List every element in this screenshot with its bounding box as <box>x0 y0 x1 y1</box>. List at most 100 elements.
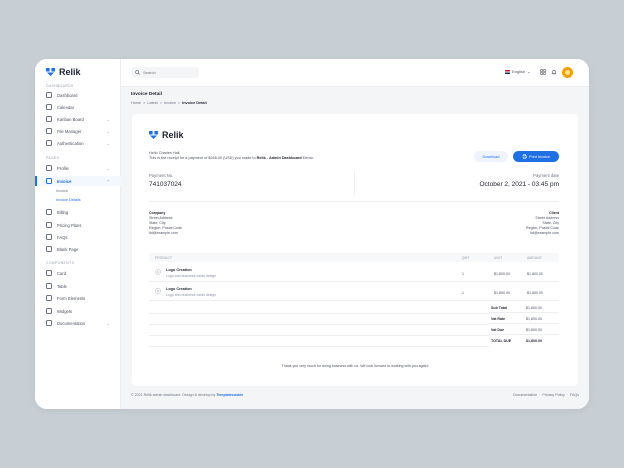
summary-label: TOTAL DUE <box>491 339 512 343</box>
topbar: English ⌄ <box>121 59 589 87</box>
sidebar: Relik DASHBOARDS Dashboard Calendar Kanb… <box>35 59 121 409</box>
sidebar-item-card[interactable]: Card <box>35 268 121 278</box>
divider <box>354 171 355 195</box>
sidebar-item-calendar[interactable]: Calendar <box>35 102 121 112</box>
sidebar-item-documentation[interactable]: Documentation ⌄ <box>35 318 121 328</box>
language-selector[interactable]: English ⌄ <box>505 69 530 74</box>
payment-date-label: Payment date <box>533 173 559 178</box>
product-name: Logo Creation <box>166 287 192 291</box>
message-bold: Relik - Admin Dashboard <box>256 156 302 160</box>
summary-value: $1,800.00 <box>526 328 542 332</box>
row-qty: 1 <box>462 291 464 295</box>
company-address: Company Street Address State, City Regio… <box>149 211 182 236</box>
sidebar-item-dashboard[interactable]: Dashboard <box>35 90 121 100</box>
sidebar-item-faqs[interactable]: FAQs <box>35 232 121 242</box>
row-number: 1 <box>155 269 161 275</box>
nav-section-pages: PAGES <box>46 156 60 160</box>
divider <box>149 201 559 202</box>
avatar[interactable] <box>562 67 573 78</box>
bell-icon[interactable] <box>551 69 557 75</box>
divider <box>149 324 489 325</box>
page-icon <box>46 246 52 252</box>
search-box[interactable] <box>131 67 199 78</box>
flag-icon <box>505 69 510 74</box>
sidebar-subitem-invoice[interactable]: Invoice <box>56 189 68 193</box>
nav-section-components: COMPONENTS <box>46 261 75 265</box>
sidebar-item-invoice[interactable]: Invoice ⌃ <box>35 176 121 186</box>
home-icon <box>46 92 52 98</box>
sidebar-item-kanban[interactable]: Kanban Board ⌄ <box>35 114 121 124</box>
message-text: This is the receipt for a payment of $26… <box>149 156 257 160</box>
breadcrumb-current: Invoice Detail <box>182 101 207 105</box>
avatar-face <box>565 70 570 75</box>
sidebar-item-widgets[interactable]: Widgets <box>35 306 121 316</box>
receipt-message: This is the receipt for a payment of $26… <box>149 156 314 161</box>
calendar-icon <box>46 104 52 110</box>
grid-icon[interactable] <box>540 69 546 75</box>
search-icon <box>135 70 140 75</box>
breadcrumb-separator: > <box>177 101 181 105</box>
app-window: Relik DASHBOARDS Dashboard Calendar Kanb… <box>35 59 589 409</box>
breadcrumb: Home > Latest > Invoice > Invoice Detail <box>131 101 207 105</box>
copyright-text: © 2021 Relik admin dashboard. Design & d… <box>131 393 217 397</box>
footer-link-documentation[interactable]: Documentation <box>513 393 537 397</box>
footer-separator: · <box>539 393 541 397</box>
col-product: PRODUCT <box>155 256 173 260</box>
table-icon <box>46 283 52 289</box>
summary-vat-due: Vat Due $1,800.00 <box>489 325 559 335</box>
lock-icon <box>46 140 52 146</box>
kanban-icon <box>46 116 52 122</box>
table-row: 2 Logo Creation Logo and business cards … <box>149 283 559 301</box>
summary-total-due: TOTAL DUE $1,800.00 <box>489 336 559 346</box>
row-qty: 1 <box>462 272 464 276</box>
logo-icon <box>46 68 55 76</box>
breadcrumb-home[interactable]: Home <box>131 101 141 105</box>
search-input[interactable] <box>143 70 193 75</box>
chevron-down-icon: ⌄ <box>106 320 110 326</box>
footer-copyright: © 2021 Relik admin dashboard. Design & d… <box>131 393 243 397</box>
footer-links: Documentation · Privacy Policy · FAQs <box>513 393 579 397</box>
user-icon <box>46 165 52 171</box>
chevron-down-icon: ⌄ <box>106 116 110 122</box>
sidebar-item-table[interactable]: Table <box>35 281 121 291</box>
client-address: Client Street Address State, City Region… <box>526 211 559 236</box>
summary-value: $1,800.00 <box>526 339 542 343</box>
col-amount: AMOUNT <box>527 256 543 260</box>
row-number: 2 <box>155 288 161 294</box>
breadcrumb-separator: > <box>143 101 146 105</box>
printer-icon <box>522 154 527 159</box>
language-label: English <box>512 69 526 74</box>
breadcrumb-latest[interactable]: Latest <box>147 101 157 105</box>
summary-label: Sub Total <box>491 306 508 310</box>
sidebar-item-authentication[interactable]: Authentication ⌄ <box>35 138 121 148</box>
sidebar-item-billing[interactable]: Billing <box>35 207 121 217</box>
brand-logo[interactable]: Relik <box>46 67 81 77</box>
summary-vat-rate: Vat Rate $1,800.00 <box>489 314 559 324</box>
address-email: ltd@example.com <box>530 231 559 236</box>
diamond-icon <box>46 222 52 228</box>
row-unit: $1,800.00 <box>494 272 510 276</box>
sidebar-item-blank-page[interactable]: Blank Page <box>35 244 121 254</box>
card-icon <box>46 209 52 215</box>
sidebar-item-form-elements[interactable]: Form Elements <box>35 293 121 303</box>
footer-link-faqs[interactable]: FAQs <box>570 393 579 397</box>
table-row: 1 Logo Creation Logo and business cards … <box>149 264 559 282</box>
footer-link-privacy[interactable]: Privacy Policy <box>542 393 564 397</box>
print-invoice-button[interactable]: Print Invoice <box>513 151 559 162</box>
sidebar-subitem-invoice-details[interactable]: Invoice Details <box>56 198 81 202</box>
logo-icon <box>149 131 158 139</box>
invoice-card: Relik Hello Charles Hall, This is the re… <box>132 114 578 386</box>
widget-icon <box>46 308 52 314</box>
download-button[interactable]: Download <box>474 151 508 162</box>
author-link[interactable]: Templatecookie <box>216 393 243 397</box>
sidebar-item-file-manager[interactable]: File Manager ⌄ <box>35 126 121 136</box>
sidebar-item-profile[interactable]: Profile ⌄ <box>35 163 121 173</box>
payment-no-label: Payment No. <box>149 173 174 178</box>
chevron-up-icon: ⌃ <box>106 178 110 184</box>
sidebar-item-pricing[interactable]: Pricing Plans <box>35 220 121 230</box>
footer-separator: · <box>566 393 568 397</box>
invoice-greeting: Hello Charles Hall, This is the receipt … <box>149 151 314 161</box>
col-qnt: QNT <box>462 256 470 260</box>
chevron-down-icon: ⌄ <box>527 69 531 74</box>
breadcrumb-invoice[interactable]: Invoice <box>164 101 176 105</box>
